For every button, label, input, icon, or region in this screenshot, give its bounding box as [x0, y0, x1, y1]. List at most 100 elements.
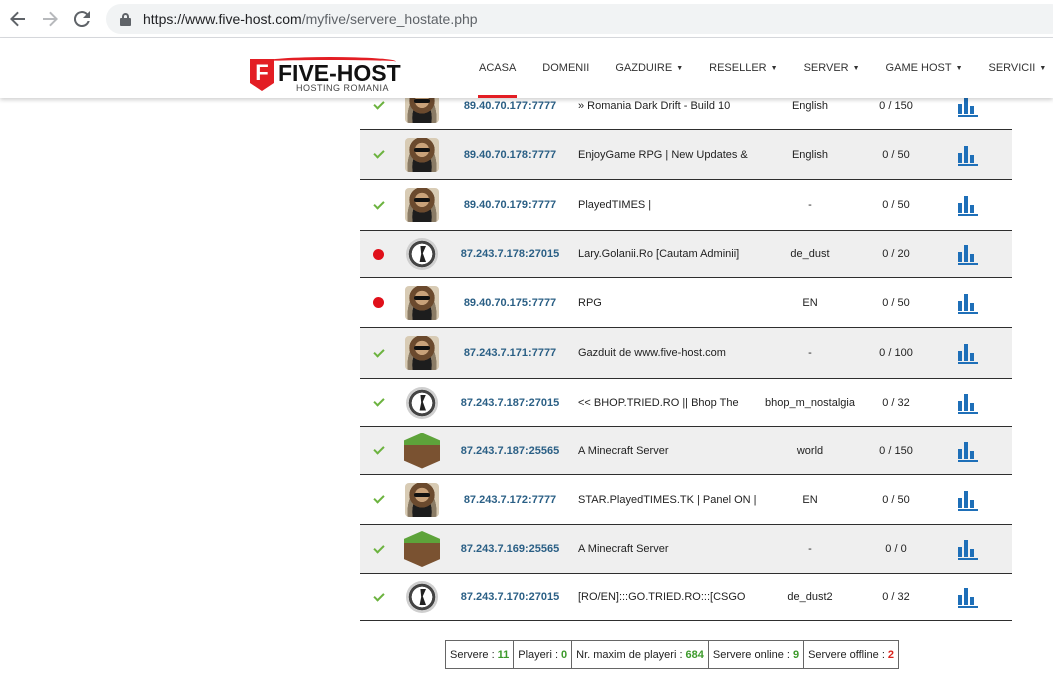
- server-map: EN: [802, 493, 818, 506]
- counter-strike-icon: [406, 386, 438, 419]
- status-cell: [370, 574, 386, 620]
- bar-chart-icon[interactable]: [958, 144, 978, 166]
- server-ip-link[interactable]: 87.243.7.170:27015: [452, 574, 568, 620]
- bar-chart-icon-bar: [970, 254, 974, 262]
- server-name: STAR.PlayedTIMES.TK | Panel ON |: [578, 493, 756, 506]
- address-bar[interactable]: https://www.five-host.com/myfive/servere…: [106, 4, 1053, 34]
- samp-game-icon: [405, 188, 439, 222]
- stats-cell: [956, 231, 980, 277]
- bar-chart-icon-bar: [958, 103, 962, 114]
- stats-cell: [956, 574, 980, 620]
- status-cell: [370, 328, 386, 378]
- caret-down-icon: ▼: [852, 64, 860, 72]
- summary-servers-label: Servere :: [450, 648, 495, 661]
- bar-chart-icon-bar: [958, 203, 962, 213]
- counter-strike-icon: [406, 238, 438, 270]
- table-row: 87.243.7.171:7777 Gazduit de www.five-hos…: [360, 328, 1012, 379]
- server-map: world: [796, 444, 824, 457]
- server-name: << BHOP.TRIED.RO || Bhop The: [578, 396, 739, 409]
- server-ip-link[interactable]: 89.40.70.178:7777: [452, 130, 568, 179]
- back-arrow-icon[interactable]: [4, 5, 32, 33]
- server-name: Lary.Golanii.Ro [Cautam Adminii]: [578, 248, 740, 260]
- bar-chart-icon[interactable]: [958, 292, 978, 314]
- server-players: 0 / 32: [882, 591, 910, 603]
- menu-item-domenii[interactable]: DOMENII: [529, 38, 602, 98]
- bar-chart-icon[interactable]: [958, 538, 978, 560]
- table-row: 87.243.7.170:27015 [RO/EN]:::GO.TRIED.RO:…: [360, 574, 1012, 621]
- five-host-logo[interactable]: F FIVE-HOST HOSTING ROMANIA: [250, 56, 405, 96]
- bar-chart-icon-bar: [970, 205, 974, 213]
- status-cell: [370, 525, 386, 573]
- bar-chart-icon-bar: [964, 96, 968, 114]
- menu-item-acasa[interactable]: ACASA: [466, 38, 529, 98]
- game-cell: [403, 130, 441, 179]
- server-players: 0 / 50: [882, 148, 910, 161]
- status-cell: [370, 278, 386, 327]
- status-cell: [370, 379, 386, 426]
- online-check-icon: [373, 151, 384, 158]
- online-check-icon: [373, 399, 384, 406]
- bar-chart-icon-bar: [970, 154, 974, 163]
- bar-chart-icon[interactable]: [958, 489, 978, 511]
- samp-game-icon: [405, 336, 439, 370]
- bar-chart-icon[interactable]: [958, 586, 978, 608]
- server-players: 0 / 150: [879, 444, 913, 457]
- bar-chart-icon-bar: [964, 344, 968, 361]
- menu-item-gazduire[interactable]: GAZDUIRE ▼: [602, 38, 696, 98]
- bar-chart-icon-bar: [970, 549, 974, 557]
- samp-game-icon: [405, 285, 439, 320]
- summary-offline-label: Servere offline :: [808, 648, 885, 661]
- server-ip-link[interactable]: 89.40.70.179:7777: [452, 180, 568, 230]
- summary-offline-value: 2: [887, 648, 895, 661]
- bar-chart-icon[interactable]: [958, 440, 978, 462]
- bar-chart-icon-bar: [958, 300, 962, 311]
- server-players: 0 / 50: [882, 199, 910, 211]
- caret-down-icon: ▼: [770, 64, 778, 72]
- server-ip-link[interactable]: 87.243.7.178:27015: [452, 231, 568, 277]
- server-name: A Minecraft Server: [578, 444, 669, 457]
- bar-chart-icon-bar: [958, 351, 962, 361]
- servers-summary: Servere : 11 Playeri : 0 Nr. maxim de pl…: [445, 640, 900, 669]
- summary-online: Servere online : 9: [709, 641, 805, 668]
- server-name: Gazduit de www.five-host.com: [578, 347, 726, 359]
- bar-chart-icon-bar: [958, 547, 962, 557]
- server-ip-link[interactable]: 87.243.7.187:25565: [452, 427, 568, 474]
- summary-servers: Servere : 11: [446, 641, 515, 668]
- menu-item-server[interactable]: SERVER ▼: [791, 38, 873, 98]
- menu-item-servicii[interactable]: SERVICII ▼: [976, 38, 1053, 98]
- reload-icon[interactable]: [68, 5, 96, 33]
- summary-online-value: 9: [792, 648, 800, 661]
- bar-chart-icon[interactable]: [958, 243, 978, 265]
- server-ip-link[interactable]: 87.243.7.172:7777: [452, 475, 568, 524]
- bar-chart-icon-bar: [964, 540, 968, 557]
- forward-arrow-icon[interactable]: [36, 5, 64, 33]
- summary-players-label: Playeri :: [518, 648, 559, 661]
- stats-cell: [956, 130, 980, 179]
- menu-item-game-host[interactable]: GAME HOST ▼: [873, 38, 976, 98]
- bar-chart-icon-bar: [970, 597, 974, 605]
- online-check-icon: [373, 102, 384, 109]
- menu-item-label: DOMENII: [542, 62, 590, 74]
- game-cell: [403, 231, 441, 277]
- bar-chart-icon-bar: [958, 152, 962, 163]
- menu-item-label: SERVICII: [988, 62, 1036, 74]
- bar-chart-icon-bar: [958, 595, 962, 605]
- bar-chart-icon-bar: [964, 588, 968, 605]
- server-ip-link[interactable]: 87.243.7.169:25565: [452, 525, 568, 573]
- stats-cell: [956, 180, 980, 230]
- lock-icon[interactable]: [120, 12, 131, 26]
- table-row: 87.243.7.172:7777 STAR.PlayedTIMES.TK | P…: [360, 475, 1012, 525]
- server-ip-link[interactable]: 89.40.70.175:7777: [452, 278, 568, 327]
- game-cell: [403, 574, 441, 620]
- server-ip-link[interactable]: 87.243.7.171:7777: [452, 328, 568, 378]
- logo-badge-icon: F: [250, 59, 274, 91]
- bar-chart-icon[interactable]: [958, 194, 978, 216]
- menu-item-reseller[interactable]: RESELLER ▼: [696, 38, 790, 98]
- table-row: 87.243.7.187:25565 A Minecraft Server worl…: [360, 427, 1012, 475]
- server-ip-link[interactable]: 87.243.7.187:27015: [452, 379, 568, 426]
- server-map: English: [791, 148, 829, 161]
- server-map: -: [808, 347, 812, 359]
- bar-chart-icon[interactable]: [958, 342, 978, 364]
- bar-chart-icon[interactable]: [958, 392, 978, 414]
- url-path: /myfive/servere_hostate.php: [301, 11, 478, 27]
